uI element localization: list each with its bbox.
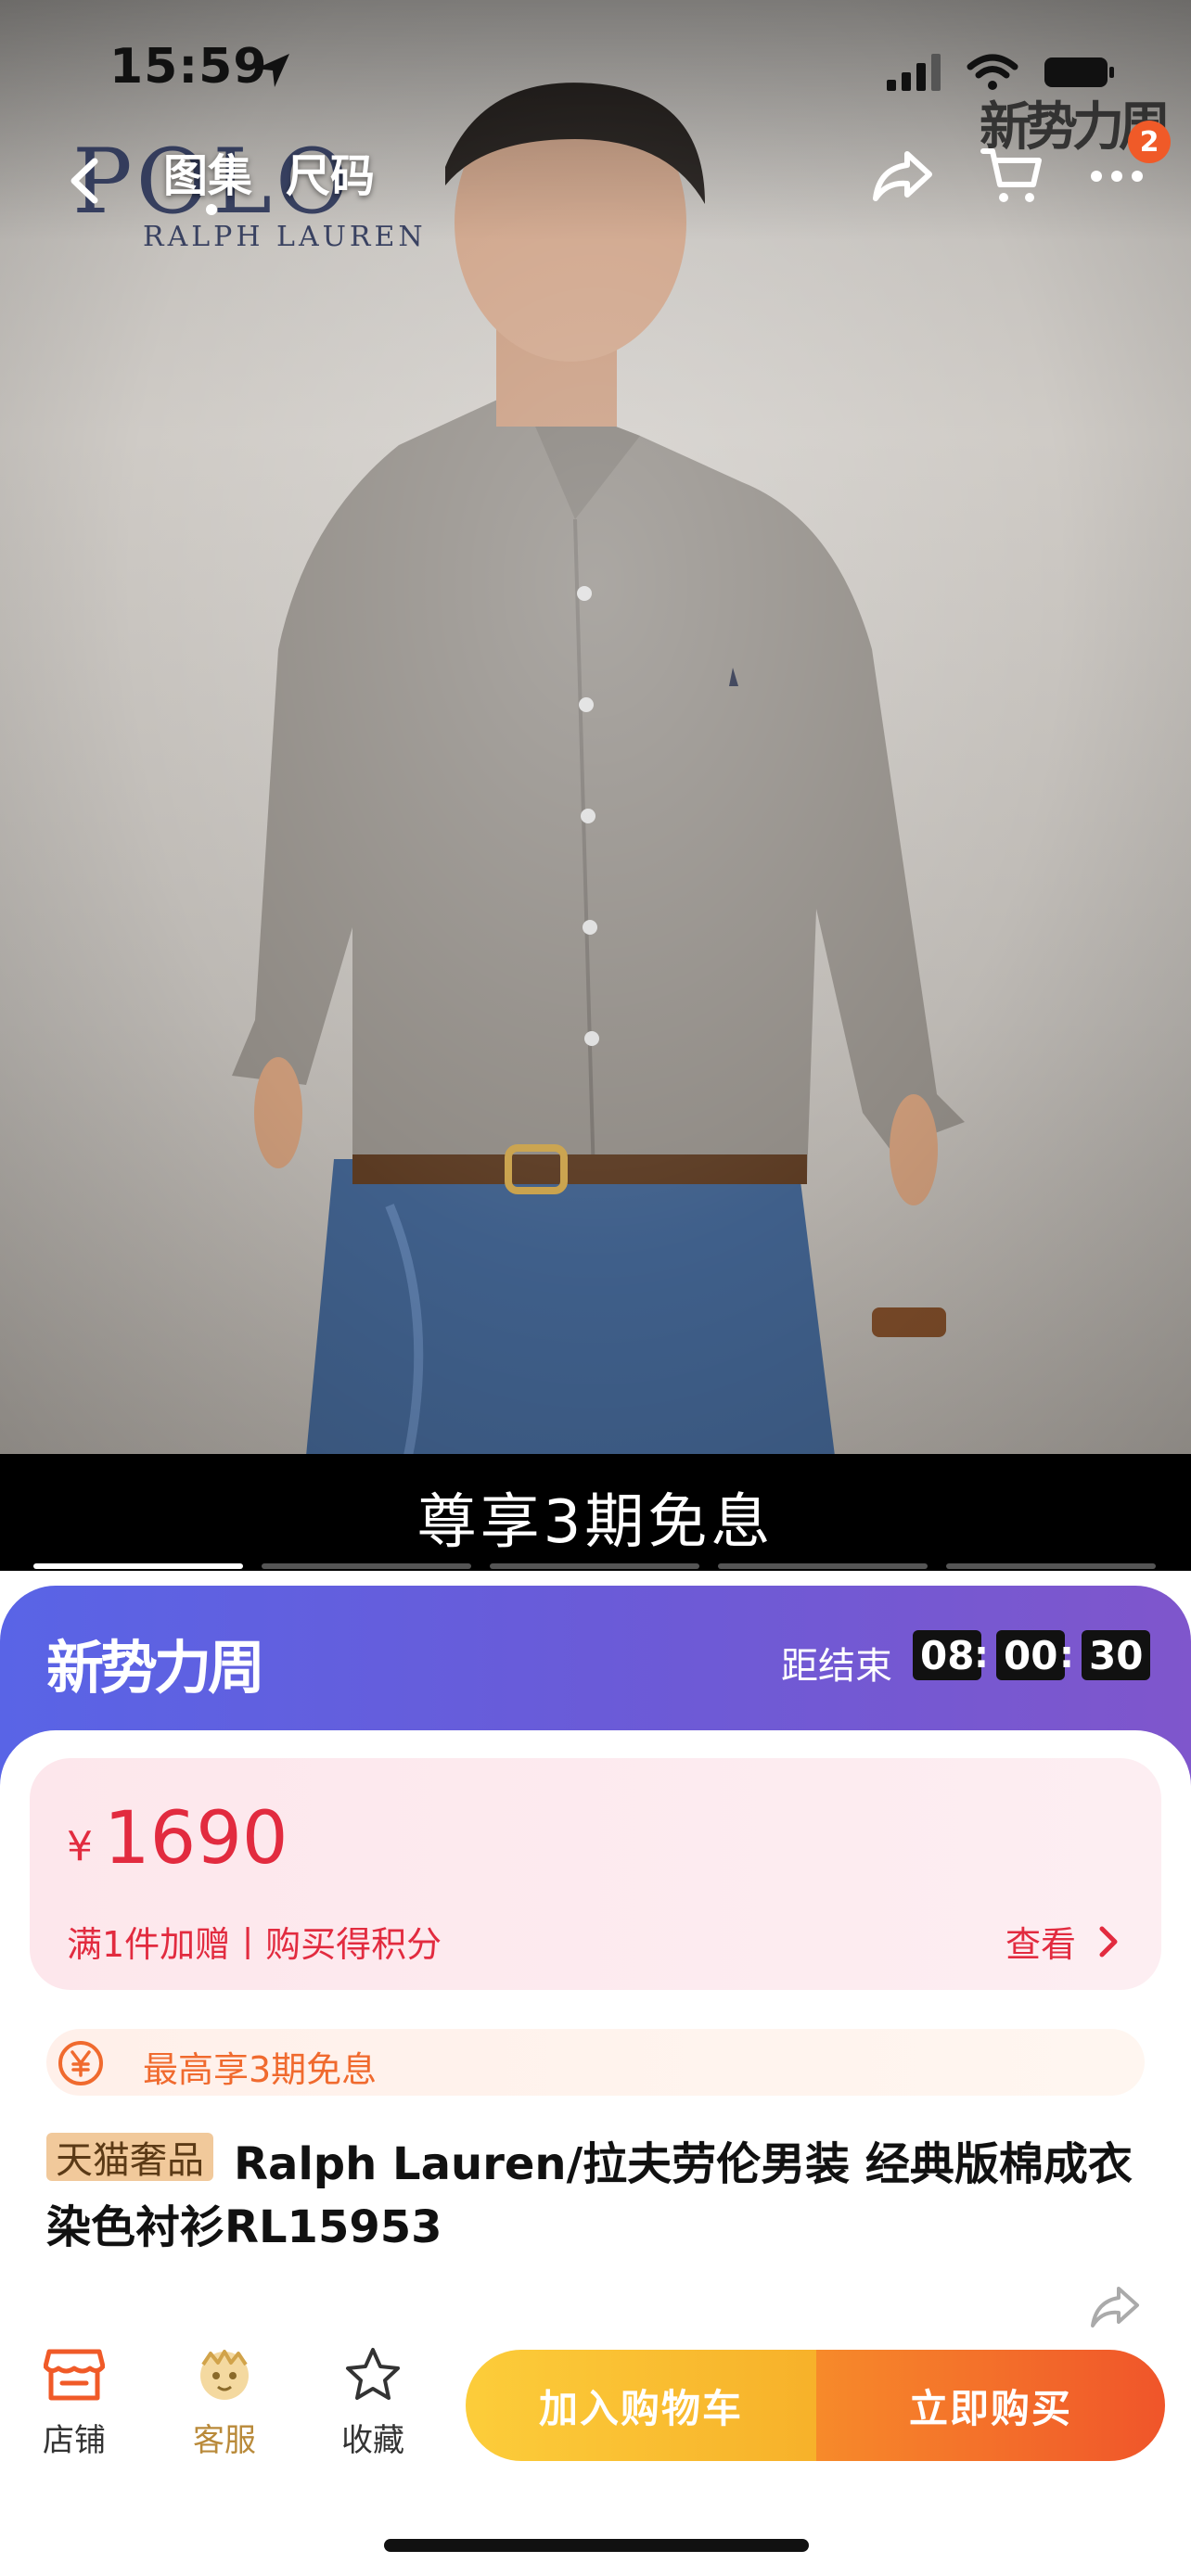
signal-icon — [887, 54, 941, 91]
banner-text: 尊享3期免息 — [416, 1488, 775, 1557]
progress-segment — [262, 1563, 471, 1569]
countdown-label: 距结束 — [781, 1645, 892, 1688]
wifi-icon — [967, 54, 1018, 90]
share-icon[interactable] — [1087, 2283, 1143, 2329]
tab-size[interactable]: 尺码 — [286, 139, 375, 204]
cart-badge: 2 — [1128, 121, 1171, 163]
home-indicator — [384, 2539, 809, 2552]
status-icons — [887, 54, 1117, 91]
price-benefits: 满1件加赠丨购买得积分 — [67, 1924, 442, 1965]
location-arrow-icon — [256, 54, 289, 87]
favorite-label: 收藏 — [341, 2422, 404, 2459]
share-icon[interactable] — [870, 148, 935, 204]
shop-button[interactable]: 店铺 — [19, 2346, 130, 2460]
buy-now-button[interactable]: 立即购买 — [816, 2350, 1165, 2461]
product-title-line1: Ralph Lauren/拉夫劳伦男装 经典版棉成衣 — [234, 2138, 1133, 2190]
service-label: 客服 — [193, 2422, 256, 2459]
chevron-right-icon — [1099, 1926, 1118, 1958]
product-image[interactable]: POLO RALPH LAUREN 新势力周 — [0, 0, 1191, 1456]
price-value: 1690 — [104, 1797, 288, 1881]
battery-icon — [1044, 57, 1114, 87]
price-currency: ¥ — [67, 1823, 93, 1870]
brand-logo-sub: RALPH LAUREN — [143, 221, 427, 253]
customer-service-icon — [200, 2350, 249, 2400]
store-icon — [43, 2349, 106, 2401]
progress-segment — [718, 1563, 928, 1569]
countdown-colon: : — [1059, 1634, 1074, 1677]
tmall-luxury-tag: 天猫奢品 — [46, 2133, 213, 2182]
progress-segment — [33, 1563, 243, 1569]
image-progress — [33, 1563, 1156, 1569]
shop-label: 店铺 — [43, 2422, 106, 2459]
back-icon[interactable] — [54, 148, 119, 213]
more-icon[interactable] — [1089, 167, 1145, 185]
promo-logo: 新势力周 — [46, 1634, 265, 1702]
countdown-minutes: 00 — [996, 1630, 1066, 1680]
view-benefits-link[interactable]: 查看 — [1005, 1916, 1076, 1967]
countdown-hours: 08 — [913, 1630, 982, 1680]
add-to-cart-button[interactable]: 加入购物车 — [466, 2350, 816, 2461]
cart-icon[interactable] — [980, 146, 1044, 207]
progress-segment — [946, 1563, 1156, 1569]
product-title-line2: 染色衬衫RL15953 — [46, 2201, 442, 2253]
countdown-colon: : — [974, 1634, 989, 1677]
favorite-button[interactable]: 收藏 — [317, 2346, 429, 2460]
nav-tabs: 图集 尺码 — [163, 139, 375, 204]
installment-text: 最高享3期免息 — [143, 2049, 378, 2090]
tab-gallery[interactable]: 图集 — [163, 139, 252, 204]
progress-segment — [490, 1563, 699, 1569]
nav-actions — [870, 139, 1145, 213]
yen-coin-icon — [58, 2041, 103, 2085]
countdown-seconds: 30 — [1082, 1630, 1151, 1680]
service-button[interactable]: 客服 — [169, 2346, 280, 2460]
tab-active-indicator — [206, 204, 217, 215]
star-icon — [346, 2348, 400, 2400]
status-time: 15:59 — [109, 39, 268, 95]
